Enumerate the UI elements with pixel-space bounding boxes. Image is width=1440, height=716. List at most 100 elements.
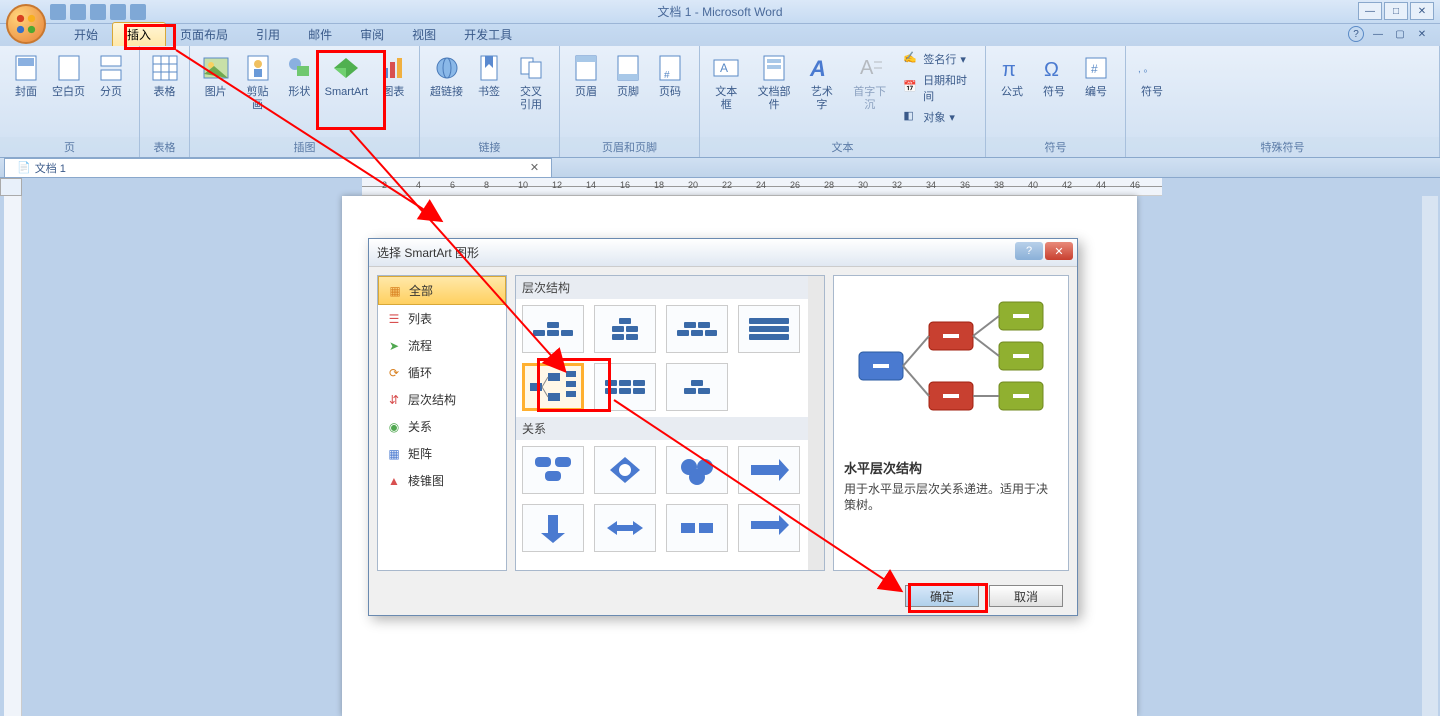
table-button[interactable]: 表格	[146, 50, 183, 101]
close-button[interactable]: ✕	[1410, 2, 1434, 20]
gallery-item[interactable]	[522, 446, 584, 494]
cat-hierarchy[interactable]: ⇵层次结构	[378, 386, 506, 413]
ribbon-tabs: 开始 插入 页面布局 引用 邮件 审阅 视图 开发工具 ? — ▢ ✕	[0, 24, 1440, 46]
gallery-item[interactable]	[666, 363, 728, 411]
pagenum-button[interactable]: #页码	[650, 50, 690, 101]
datetime-button[interactable]: 📅日期和时间	[901, 71, 979, 105]
chart-button[interactable]: 图表	[374, 50, 413, 101]
dialog-title-text: 选择 SmartArt 图形	[377, 244, 479, 261]
tab-references[interactable]: 引用	[242, 23, 294, 46]
category-list: ▦全部 ☰列表 ➤流程 ⟳循环 ⇵层次结构 ◉关系 ▦矩阵 ▲棱锥图	[377, 275, 507, 571]
minimize-button[interactable]: —	[1358, 2, 1382, 20]
gallery-item[interactable]	[666, 504, 728, 552]
help-icon[interactable]: ?	[1348, 26, 1364, 42]
gallery-item[interactable]	[738, 504, 800, 552]
gallery-item[interactable]	[594, 446, 656, 494]
window-title: 文档 1 - Microsoft Word	[657, 3, 782, 20]
cat-process[interactable]: ➤流程	[378, 332, 506, 359]
cat-all[interactable]: ▦全部	[378, 276, 506, 305]
gallery-item[interactable]	[738, 446, 800, 494]
qat-preview-icon[interactable]	[130, 4, 146, 20]
qat-redo-icon[interactable]	[90, 4, 106, 20]
smartart-button[interactable]: SmartArt	[321, 50, 372, 101]
textbox-button[interactable]: A文本框	[706, 50, 746, 114]
ribbon-restore-icon[interactable]: ▢	[1392, 26, 1408, 42]
ribbon-close-icon[interactable]: ✕	[1414, 26, 1430, 42]
grid-icon: ▦	[387, 283, 403, 299]
dropcap-button[interactable]: A首字下沉	[844, 50, 895, 114]
gallery-item[interactable]	[738, 305, 800, 353]
vertical-ruler[interactable]	[4, 196, 22, 716]
group-label-illus: 插图	[190, 137, 419, 157]
gallery-item-selected[interactable]	[522, 363, 584, 411]
cycle-icon: ⟳	[386, 365, 402, 381]
svg-text:#: #	[664, 70, 670, 81]
cancel-button[interactable]: 取消	[989, 585, 1063, 607]
svg-text:π: π	[1002, 59, 1016, 81]
equation-button[interactable]: π公式	[992, 50, 1032, 101]
document-tab[interactable]: 📄 文档 1 ✕	[4, 158, 552, 178]
object-button[interactable]: ◧对象 ▾	[901, 108, 979, 126]
hyperlink-button[interactable]: 超链接	[426, 50, 467, 101]
vertical-scrollbar[interactable]	[1422, 196, 1438, 716]
tab-developer[interactable]: 开发工具	[450, 23, 526, 46]
svg-text:A: A	[809, 56, 826, 81]
preview-image	[844, 286, 1058, 446]
tab-pagelayout[interactable]: 页面布局	[166, 23, 242, 46]
blank-page-button[interactable]: 空白页	[48, 50, 89, 101]
document-tabs: 📄 文档 1 ✕	[0, 158, 1440, 178]
ok-button[interactable]: 确定	[905, 585, 979, 607]
gallery-item[interactable]	[666, 446, 728, 494]
qat-undo-icon[interactable]	[70, 4, 86, 20]
clipart-button[interactable]: 剪贴画	[237, 50, 277, 114]
cover-page-button[interactable]: 封面	[6, 50, 46, 101]
cat-matrix[interactable]: ▦矩阵	[378, 440, 506, 467]
tab-review[interactable]: 审阅	[346, 23, 398, 46]
tab-mailings[interactable]: 邮件	[294, 23, 346, 46]
dialog-help-icon[interactable]: ?	[1015, 242, 1043, 260]
picture-button[interactable]: 图片	[196, 50, 235, 101]
cat-relationship[interactable]: ◉关系	[378, 413, 506, 440]
tab-insert[interactable]: 插入	[112, 22, 166, 46]
horizontal-ruler[interactable]: 2468101214161820222426283032343638404244…	[362, 178, 1162, 196]
bookmark-button[interactable]: 书签	[469, 50, 509, 101]
gallery-item[interactable]	[594, 363, 656, 411]
doc-icon: 📄	[17, 161, 31, 174]
dialog-close-icon[interactable]: ✕	[1045, 242, 1073, 260]
shapes-button[interactable]: 形状	[280, 50, 319, 101]
gallery-section-hierarchy: 层次结构	[516, 276, 824, 299]
crossref-button[interactable]: 交叉 引用	[511, 50, 551, 114]
page-break-button[interactable]: 分页	[91, 50, 131, 101]
cat-pyramid[interactable]: ▲棱锥图	[378, 467, 506, 494]
gallery-item[interactable]	[522, 305, 584, 353]
tab-view[interactable]: 视图	[398, 23, 450, 46]
gallery-item[interactable]	[594, 305, 656, 353]
tab-home[interactable]: 开始	[60, 23, 112, 46]
footer-button[interactable]: 页脚	[608, 50, 648, 101]
title-bar: 文档 1 - Microsoft Word — □ ✕	[0, 0, 1440, 24]
doc-tab-close-icon[interactable]: ✕	[530, 161, 539, 174]
gallery-item[interactable]	[666, 305, 728, 353]
office-button[interactable]	[6, 4, 46, 44]
wordart-button[interactable]: A艺术字	[802, 50, 842, 114]
header-button[interactable]: 页眉	[566, 50, 606, 101]
dialog-titlebar[interactable]: 选择 SmartArt 图形 ? ✕	[369, 239, 1077, 267]
quickparts-button[interactable]: 文档部件	[748, 50, 799, 114]
signature-button[interactable]: ✍签名行 ▾	[901, 50, 979, 68]
quick-access-toolbar	[50, 4, 146, 20]
doc-tab-label: 文档 1	[35, 160, 66, 176]
qat-save-icon[interactable]	[50, 4, 66, 20]
cat-cycle[interactable]: ⟳循环	[378, 359, 506, 386]
number-button[interactable]: #编号	[1076, 50, 1116, 101]
list-icon: ☰	[386, 311, 402, 327]
symbol-button[interactable]: Ω符号	[1034, 50, 1074, 101]
maximize-button[interactable]: □	[1384, 2, 1408, 20]
gallery-scrollbar[interactable]	[808, 276, 824, 570]
group-label-links: 链接	[420, 137, 559, 157]
special-symbol-button[interactable]: , 。符号	[1132, 50, 1172, 101]
cat-list[interactable]: ☰列表	[378, 305, 506, 332]
gallery-item[interactable]	[594, 504, 656, 552]
ribbon-minimize-icon[interactable]: —	[1370, 26, 1386, 42]
gallery-item[interactable]	[522, 504, 584, 552]
qat-print-icon[interactable]	[110, 4, 126, 20]
